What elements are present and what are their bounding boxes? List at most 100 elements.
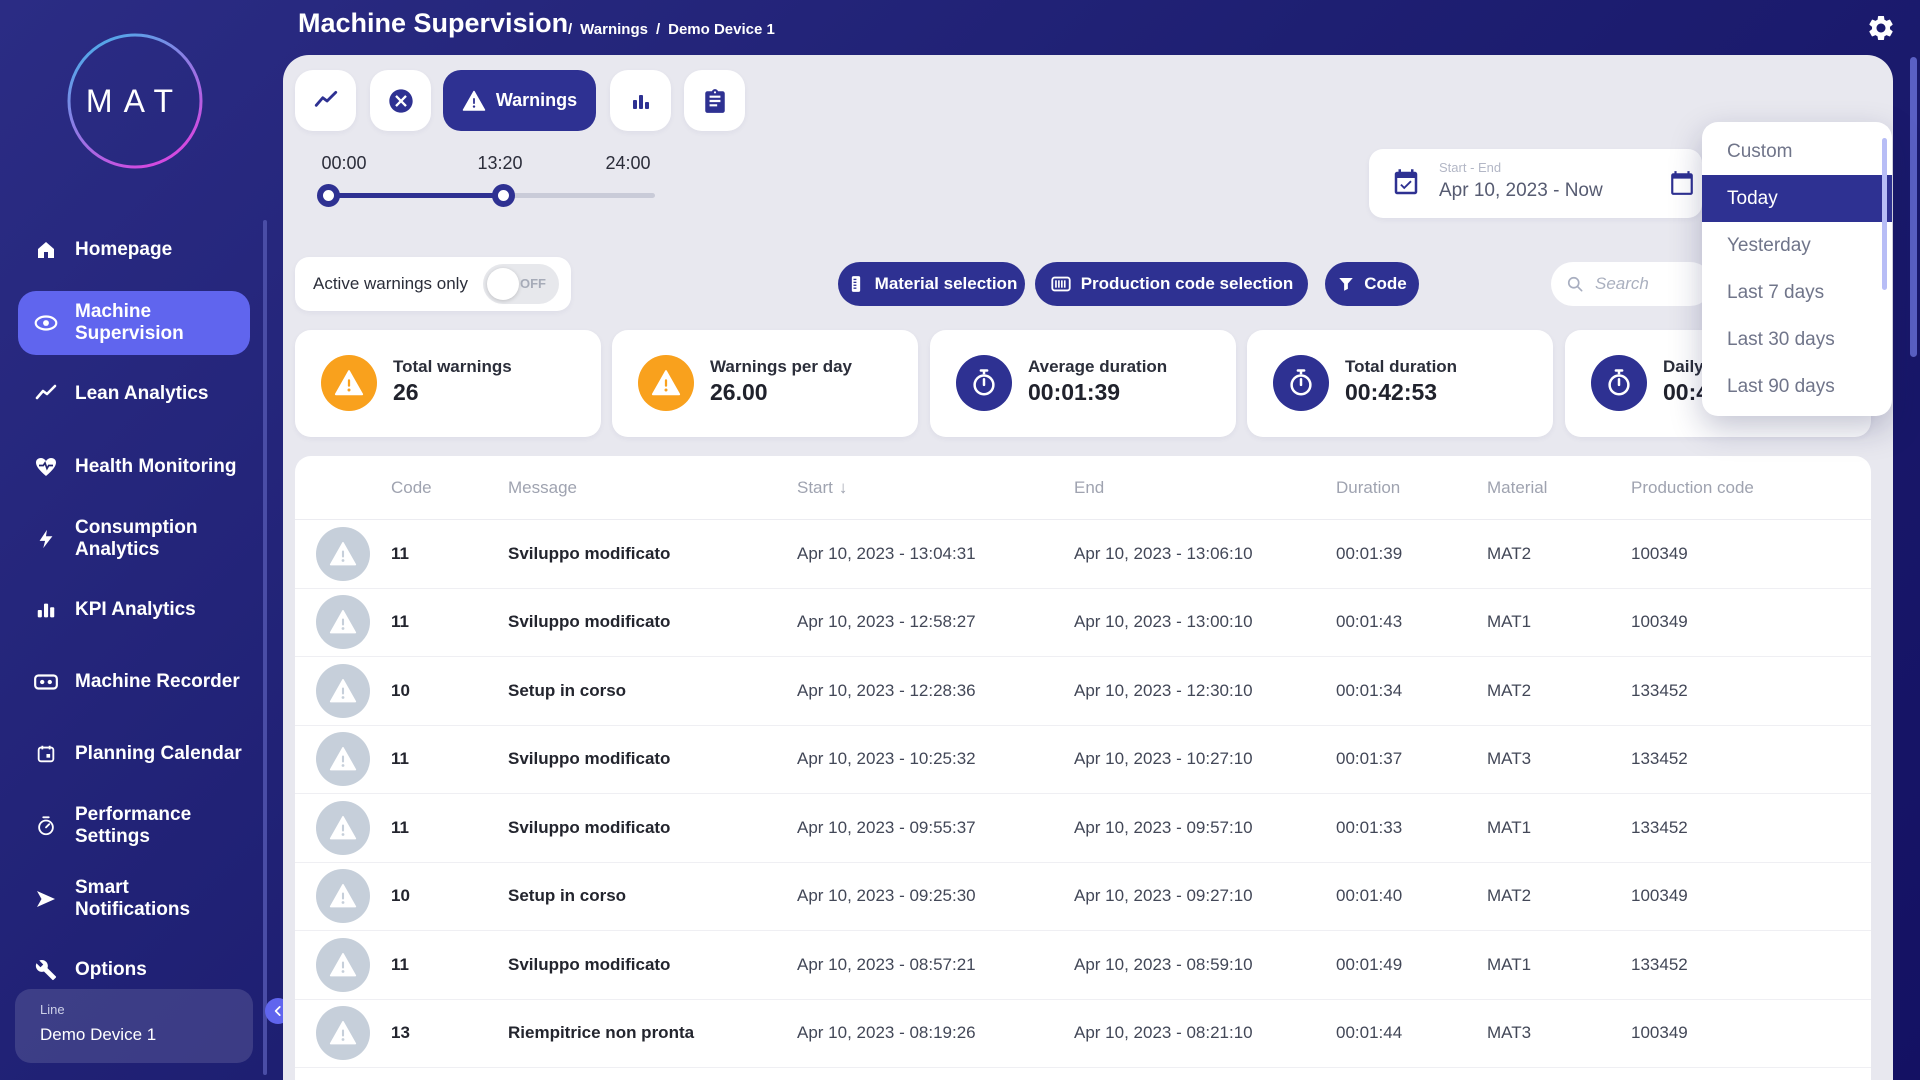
warning-triangle-icon (316, 800, 370, 855)
production-code-selection-button[interactable]: Production code selection (1035, 262, 1308, 306)
dropdown-item-last-30-days[interactable]: Last 30 days (1702, 316, 1892, 363)
search-input[interactable] (1551, 262, 1712, 306)
time-slider-handle-start[interactable] (317, 184, 340, 207)
calendar-icon (33, 741, 59, 767)
report-view-button[interactable] (684, 70, 745, 131)
table-row[interactable]: 13 Riempitrice non pronta Apr 10, 2023 -… (295, 1000, 1871, 1068)
breadcrumb-warnings[interactable]: Warnings (580, 21, 648, 38)
cell-end: Apr 10, 2023 - 09:57:10 (1074, 817, 1253, 837)
trend-view-button[interactable] (295, 70, 356, 131)
dropdown-item-last-7-days[interactable]: Last 7 days (1702, 269, 1892, 316)
cell-message: Riempitrice non pronta (508, 1023, 695, 1043)
sidebar-item-performance-settings[interactable]: Performance Settings (18, 798, 250, 854)
material-selection-button[interactable]: Material selection (838, 262, 1025, 306)
cell-message: Sviluppo modificato (508, 817, 671, 837)
column-header-code[interactable]: Code (391, 478, 508, 498)
sidebar-item-smart-notifications[interactable]: Smart Notifications (18, 871, 250, 927)
active-warnings-toggle[interactable]: OFF (483, 264, 559, 304)
sidebar-item-label: Consumption Analytics (75, 516, 198, 560)
code-filter-button[interactable]: Code (1325, 262, 1419, 306)
cell-material: MAT2 (1487, 543, 1532, 563)
stat-value: 26 (393, 379, 419, 405)
column-header-production-code[interactable]: Production code (1631, 478, 1871, 498)
cell-end: Apr 10, 2023 - 08:59:10 (1074, 954, 1253, 974)
dropdown-scrollbar[interactable] (1882, 138, 1887, 290)
table-row[interactable]: 11 Sviluppo modificato Apr 10, 2023 - 12… (295, 589, 1871, 657)
table-row[interactable]: 10 Setup in corso Apr 10, 2023 - 12:28:3… (295, 657, 1871, 726)
warning-triangle-icon (316, 937, 370, 992)
sidebar-item-lean-analytics[interactable]: Lean Analytics (18, 374, 250, 414)
cell-message: Sviluppo modificato (508, 612, 671, 632)
stopwatch-icon (1591, 355, 1647, 411)
warnings-tab-button[interactable]: Warnings (443, 70, 596, 131)
dropdown-item-yesterday[interactable]: Yesterday (1702, 222, 1892, 269)
time-slider-handle-end[interactable] (492, 184, 515, 207)
slider-current-label: 13:20 (477, 153, 523, 173)
column-header-end[interactable]: End (1074, 478, 1336, 498)
wrench-icon (33, 957, 59, 983)
stat-label: Average duration (1028, 357, 1168, 376)
chart-view-button[interactable] (610, 70, 671, 131)
time-slider-active-range (328, 193, 503, 198)
toggle-state-label: OFF (520, 276, 546, 291)
page-title: Machine Supervision (298, 8, 569, 38)
cell-duration: 00:01:40 (1336, 886, 1403, 906)
cell-end: Apr 10, 2023 - 13:06:10 (1074, 543, 1253, 563)
cell-material: MAT3 (1487, 1023, 1532, 1043)
sidebar-item-machine-supervision[interactable]: Machine Supervision (18, 291, 250, 355)
warning-triangle-icon (316, 595, 370, 650)
stat-value: 00:42:53 (1345, 379, 1438, 405)
cell-production-code: 100349 (1631, 886, 1688, 906)
sidebar-item-options[interactable]: Options (18, 950, 250, 990)
column-header-material[interactable]: Material (1487, 478, 1631, 498)
stat-label: Total warnings (393, 357, 512, 376)
sidebar-item-machine-recorder[interactable]: Machine Recorder (18, 662, 250, 702)
cell-code: 11 (391, 543, 409, 563)
table-row[interactable]: 11 Sviluppo modificato Apr 10, 2023 - 08… (295, 931, 1871, 1000)
cell-end: Apr 10, 2023 - 12:30:10 (1074, 680, 1253, 700)
send-icon (33, 886, 59, 912)
column-header-message[interactable]: Message (508, 478, 797, 498)
cell-message: Sviluppo modificato (508, 543, 671, 563)
cell-production-code: 133452 (1631, 817, 1688, 837)
dropdown-item-last-90-days[interactable]: Last 90 days (1702, 363, 1892, 410)
breadcrumb-separator: / (568, 21, 573, 38)
cell-material: MAT2 (1487, 886, 1532, 906)
table-header-row: Code Message Start ↓ End Duration Materia… (295, 456, 1871, 520)
date-range-field[interactable]: Start - End Apr 10, 2023 - Now (1369, 149, 1702, 218)
lightning-icon (33, 526, 59, 552)
column-header-duration[interactable]: Duration (1336, 478, 1487, 498)
warning-triangle-icon (316, 526, 370, 581)
window-scrollbar[interactable] (1910, 57, 1917, 357)
dropdown-item-custom[interactable]: Custom (1702, 128, 1892, 175)
settings-gear-icon[interactable] (1866, 13, 1896, 43)
search-box (1551, 262, 1712, 306)
table-row[interactable]: 11 Sviluppo modificato Apr 10, 2023 - 09… (295, 794, 1871, 863)
sidebar-item-consumption-analytics[interactable]: Consumption Analytics (18, 511, 250, 567)
mat-logo: MAT (64, 30, 206, 172)
cell-material: MAT1 (1487, 954, 1532, 974)
stat-warnings-per-day: Warnings per day 26.00 (612, 330, 918, 437)
stopwatch-icon (956, 355, 1012, 411)
cell-code: 11 (391, 612, 409, 632)
calendar-check-icon (1394, 169, 1418, 195)
stat-label: Total duration (1345, 357, 1458, 376)
breadcrumb: / Warnings / Demo Device 1 (568, 21, 775, 38)
cell-start: Apr 10, 2023 - 10:25:32 (797, 749, 976, 769)
sidebar-item-kpi-analytics[interactable]: KPI Analytics (18, 590, 250, 630)
sidebar-item-homepage[interactable]: Homepage (18, 230, 250, 270)
stops-view-button[interactable] (370, 70, 431, 131)
home-icon (33, 237, 59, 263)
sidebar-item-label: Performance Settings (75, 803, 192, 847)
column-header-start[interactable]: Start ↓ (797, 478, 1074, 498)
table-row[interactable]: 11 Sviluppo modificato Apr 10, 2023 - 10… (295, 726, 1871, 794)
sidebar-item-health-monitoring[interactable]: Health Monitoring (18, 447, 250, 487)
cell-duration: 00:01:49 (1336, 954, 1403, 974)
breadcrumb-device[interactable]: Demo Device 1 (668, 21, 775, 38)
table-row[interactable]: 10 Setup in corso Apr 10, 2023 - 09:25:3… (295, 863, 1871, 931)
sidebar-item-planning-calendar[interactable]: Planning Calendar (18, 726, 250, 782)
table-row[interactable]: 11 Sviluppo modificato Apr 10, 2023 - 13… (295, 520, 1871, 589)
code-filter-label: Code (1364, 274, 1407, 293)
sidebar-scrollbar[interactable] (263, 220, 267, 1075)
dropdown-item-today[interactable]: Today (1702, 175, 1892, 222)
